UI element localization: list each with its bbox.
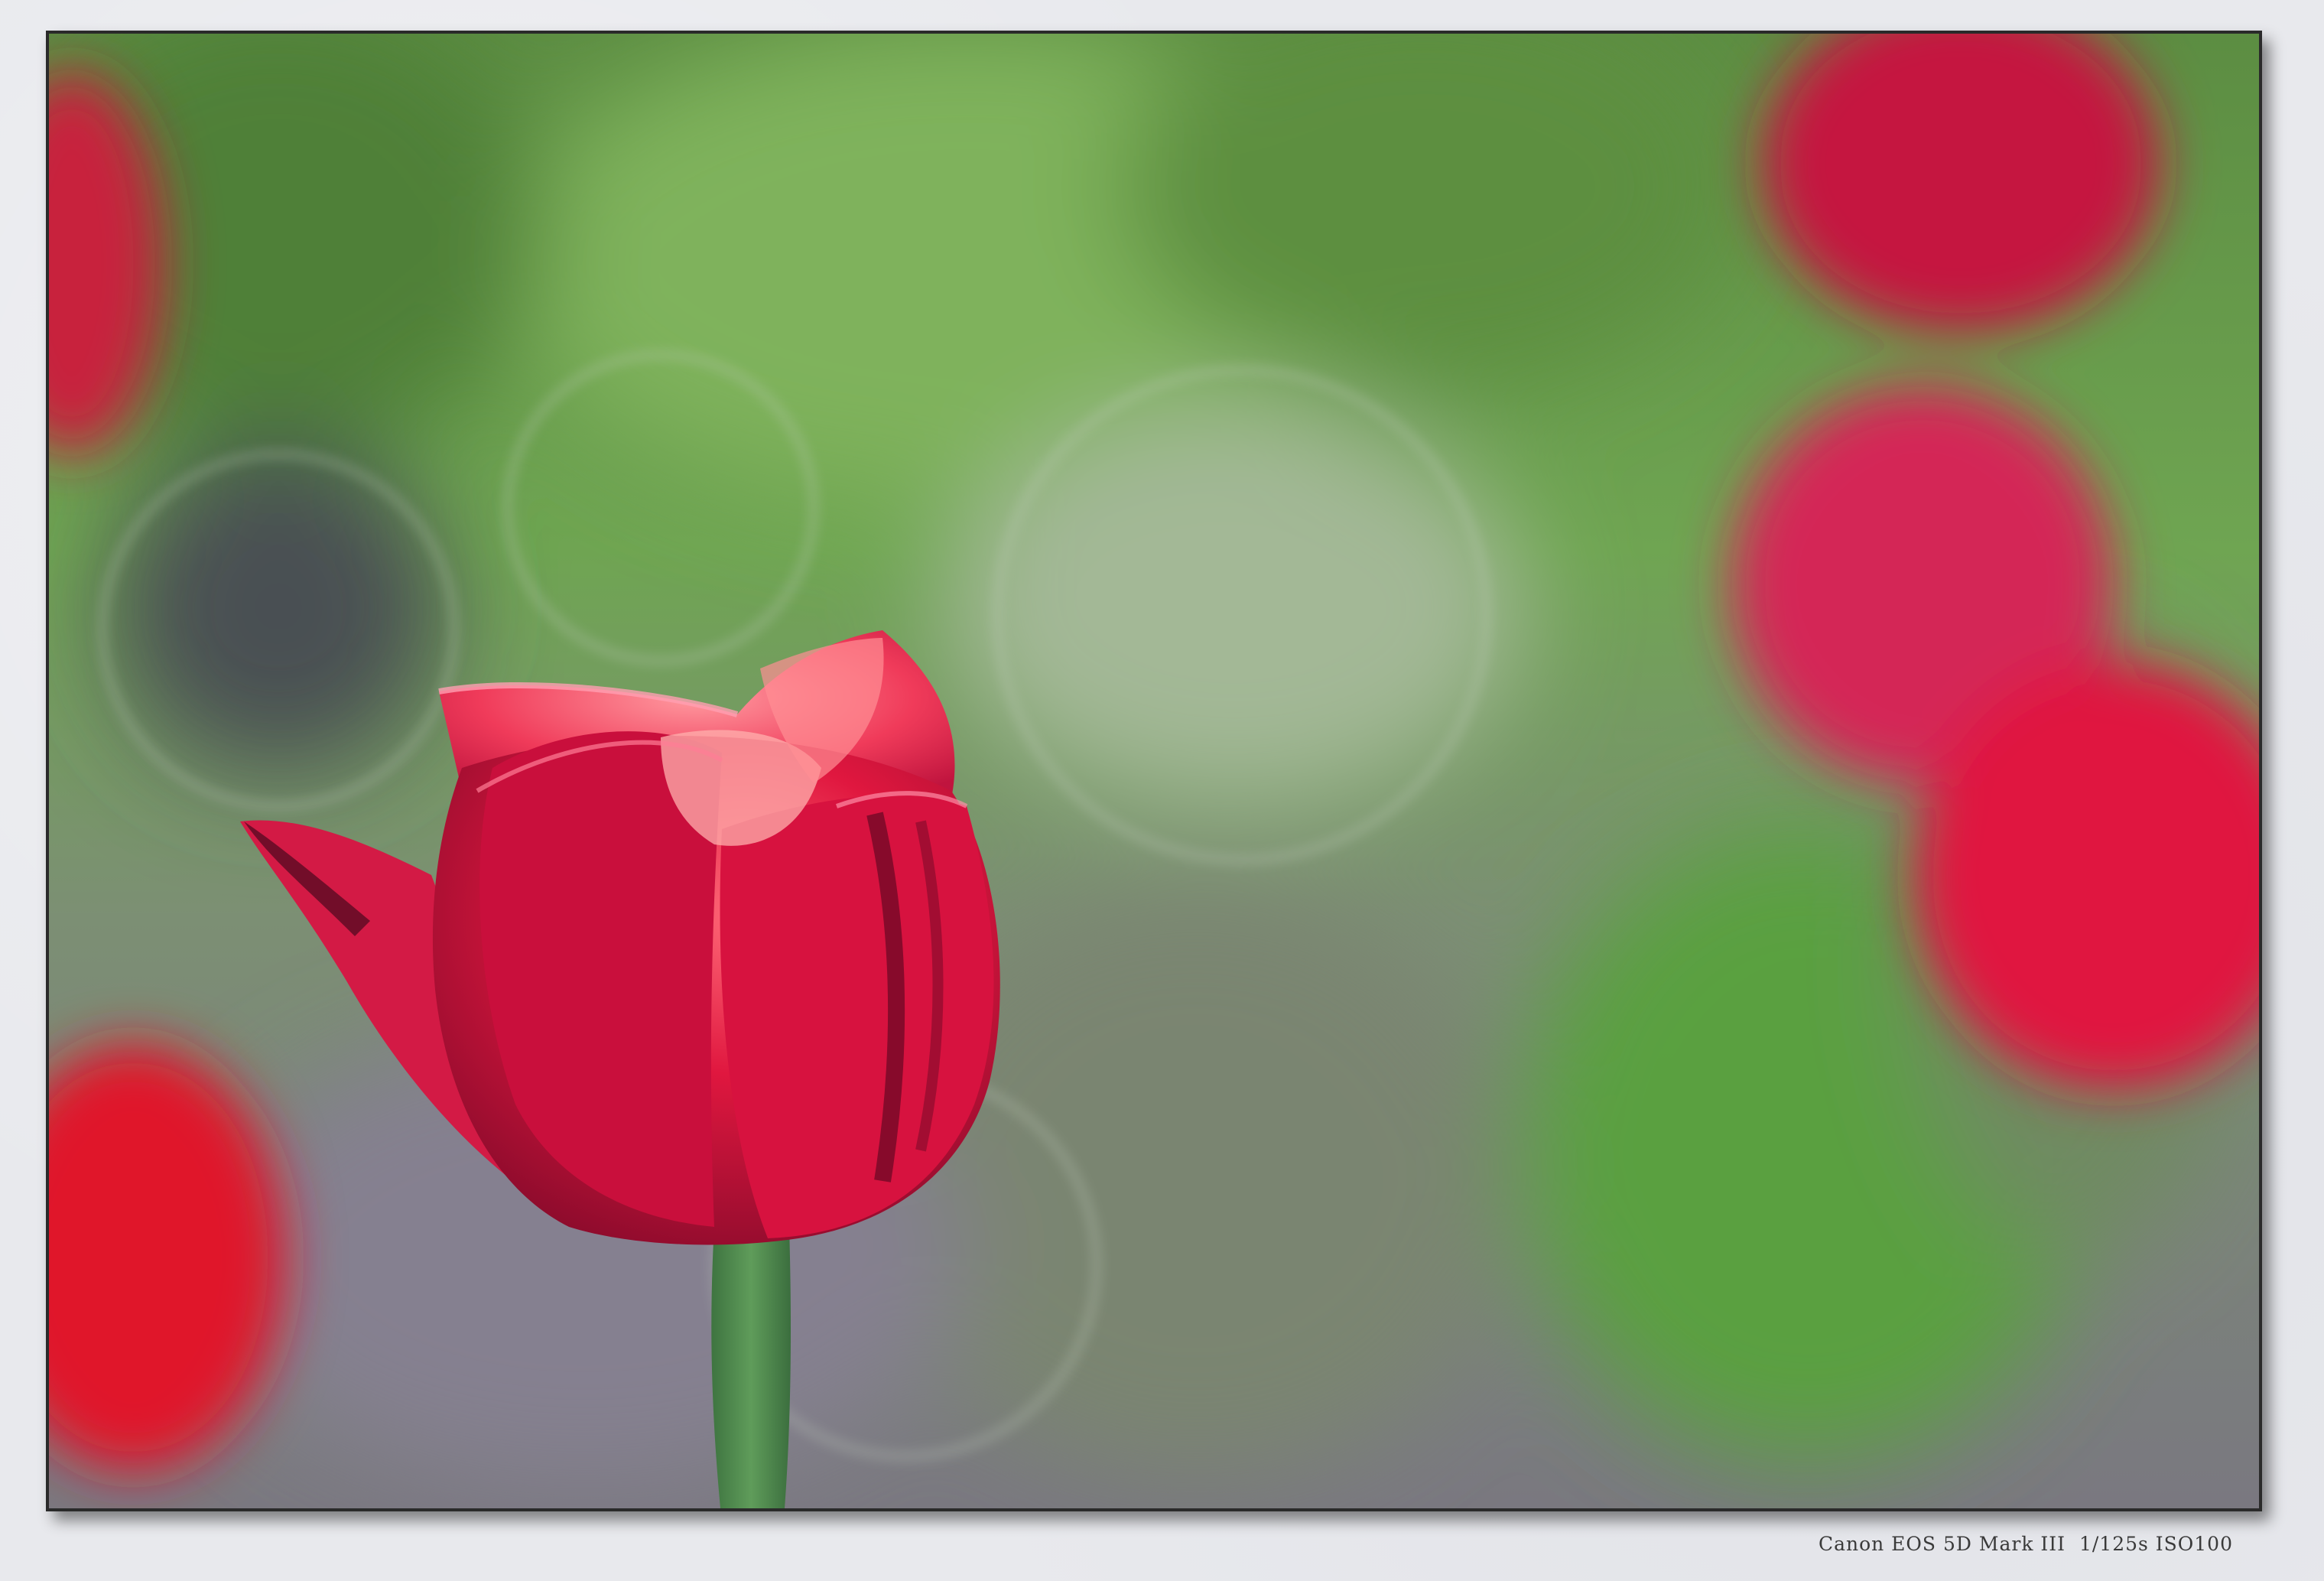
tulip-photograph	[49, 34, 2259, 1508]
camera-exif-caption: Canon EOS 5D Mark III 1/125s ISO100	[1818, 1533, 2233, 1555]
photo-frame	[46, 31, 2262, 1511]
